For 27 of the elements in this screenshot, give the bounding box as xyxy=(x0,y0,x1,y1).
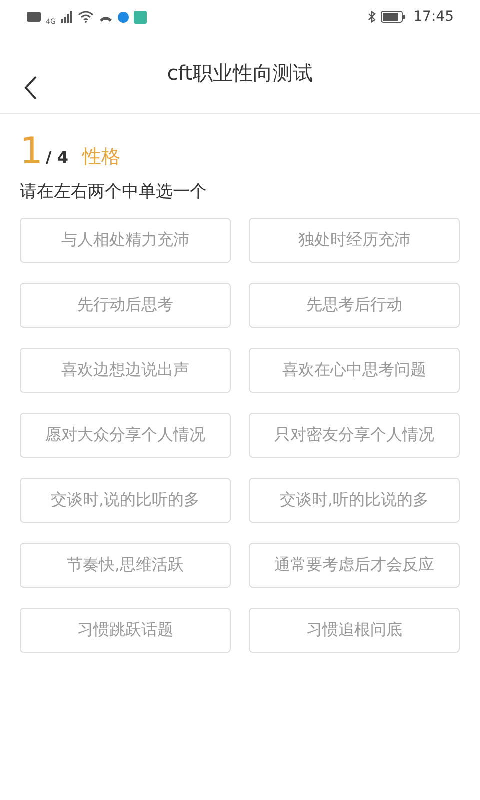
option-button[interactable]: 节奏快,思维活跃 xyxy=(20,543,231,588)
option-button[interactable]: 习惯跳跃话题 xyxy=(20,608,231,653)
option-button[interactable]: 交谈时,听的比说的多 xyxy=(249,478,460,523)
option-button[interactable]: 先思考后行动 xyxy=(249,283,460,328)
section-title: 性格 xyxy=(82,145,120,170)
instruction-text: 请在左右两个中单选一个 xyxy=(20,181,208,203)
wifi-icon xyxy=(78,11,94,23)
option-button[interactable]: 交谈时,说的比听的多 xyxy=(20,478,231,523)
status-time: 17:45 xyxy=(414,9,454,25)
option-button[interactable]: 先行动后思考 xyxy=(20,283,231,328)
option-button[interactable]: 独处时经历充沛 xyxy=(249,218,460,263)
option-button[interactable]: 愿对大众分享个人情况 xyxy=(20,413,231,458)
progress-current: 1 xyxy=(20,132,43,172)
battery-icon xyxy=(380,11,405,23)
app-icon xyxy=(134,10,147,24)
app-icon xyxy=(118,12,129,22)
bluetooth-icon xyxy=(368,11,376,23)
page-title: cft职业性向测试 xyxy=(167,60,313,87)
option-button[interactable]: 喜欢在心中思考问题 xyxy=(249,348,460,393)
back-icon[interactable] xyxy=(24,76,38,100)
option-button[interactable]: 习惯追根问底 xyxy=(249,608,460,653)
option-button[interactable]: 与人相处精力充沛 xyxy=(20,218,231,263)
option-button[interactable]: 只对密友分享个人情况 xyxy=(249,413,460,458)
signal-icon xyxy=(60,11,73,23)
progress-total: / 4 xyxy=(46,148,68,167)
option-button[interactable]: 喜欢边想边说出声 xyxy=(20,348,231,393)
option-button[interactable]: 通常要考虑后才会反应 xyxy=(249,543,460,588)
